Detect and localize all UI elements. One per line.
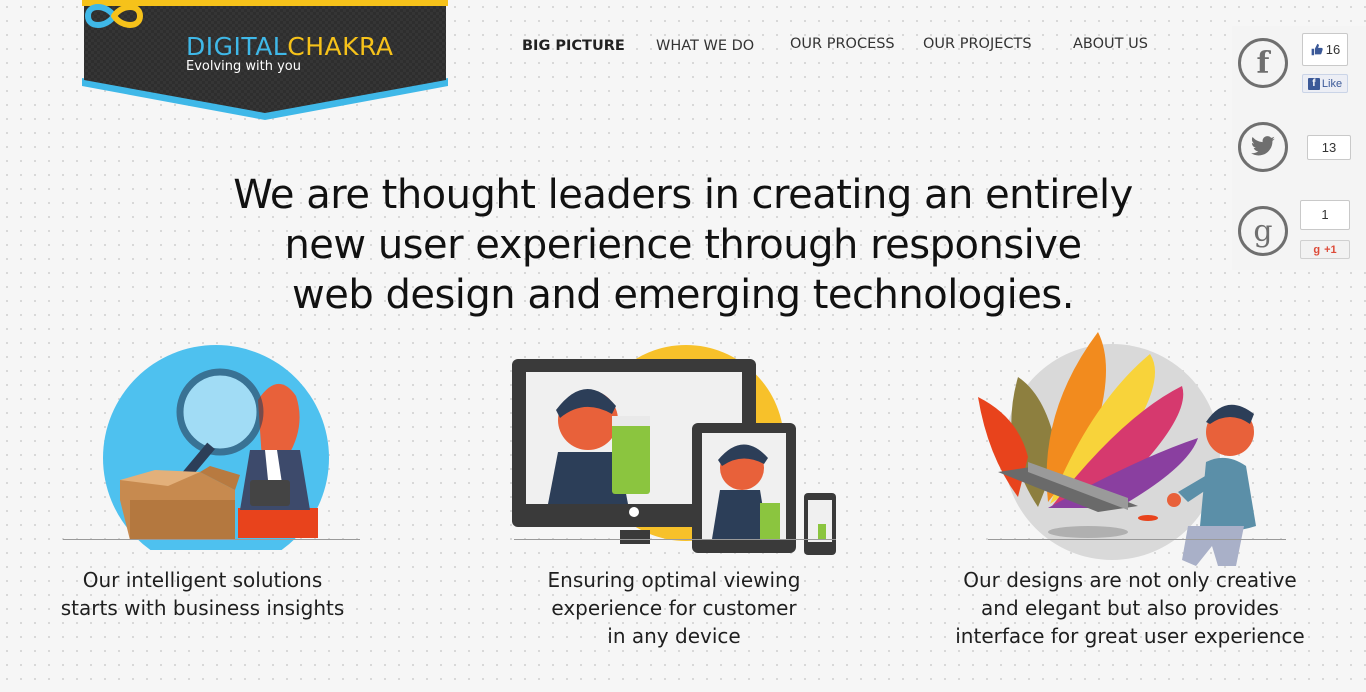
twitter-bird-glyph xyxy=(1251,136,1275,156)
feature-2-line-2: experience for customer xyxy=(551,596,797,620)
google-small-icon: g xyxy=(1313,243,1321,256)
feature-3-line-2: and elegant but also provides xyxy=(981,596,1279,620)
feature-divider-1 xyxy=(63,539,360,540)
thumbs-up-icon xyxy=(1311,43,1323,56)
facebook-like-button[interactable]: f Like xyxy=(1302,74,1348,93)
multi-device-illustration xyxy=(512,345,836,555)
feature-caption-3: Our designs are not only creative and el… xyxy=(955,566,1305,650)
logo-tagline: Evolving with you xyxy=(186,59,302,74)
google-count: 1 xyxy=(1300,200,1350,230)
google-plus-label: +1 xyxy=(1324,243,1337,256)
headline-line-2: new user experience through responsive xyxy=(284,222,1082,268)
facebook-like-label: Like xyxy=(1321,77,1343,90)
facebook-small-icon: f xyxy=(1307,77,1320,90)
nav-item-our-process[interactable]: OUR PROCESS xyxy=(790,36,895,52)
facebook-count: 16 xyxy=(1325,42,1341,57)
logo-wordmark: DIGITALCHAKRA xyxy=(186,32,393,61)
feature-1-line-2: starts with business insights xyxy=(60,596,345,620)
feature-divider-3 xyxy=(988,539,1286,540)
logo-name-part1: DIGITAL xyxy=(186,32,288,61)
google-icon[interactable]: g xyxy=(1238,206,1288,256)
feature-divider-2 xyxy=(514,539,836,540)
google-plus-one-button[interactable]: g +1 xyxy=(1300,240,1350,259)
hero-headline: We are thought leaders in creating an en… xyxy=(200,170,1166,320)
feature-caption-1: Our intelligent solutions starts with bu… xyxy=(40,566,365,622)
feature-2-line-1: Ensuring optimal viewing xyxy=(547,568,801,592)
twitter-count: 13 xyxy=(1307,135,1351,160)
nav-item-big-picture[interactable]: BIG PICTURE xyxy=(522,38,625,54)
twitter-icon[interactable] xyxy=(1238,122,1288,172)
facebook-icon[interactable]: f xyxy=(1238,38,1288,88)
headline-line-1: We are thought leaders in creating an en… xyxy=(233,172,1133,218)
facebook-count-box: 16 xyxy=(1302,33,1348,66)
feature-1-line-1: Our intelligent solutions xyxy=(82,568,323,592)
logo-name-part2: CHAKRA xyxy=(287,32,394,61)
logo-banner[interactable]: DIGITALCHAKRA Evolving with you xyxy=(82,0,448,120)
feature-3-line-3: interface for great user experience xyxy=(955,624,1305,648)
headline-line-3: web design and emerging technologies. xyxy=(292,272,1074,318)
logo-infinity-icon xyxy=(84,4,144,28)
nav-item-about-us[interactable]: ABOUT US xyxy=(1073,36,1148,52)
business-insights-illustration xyxy=(103,345,329,550)
creative-design-illustration xyxy=(978,332,1256,566)
nav-item-our-projects[interactable]: OUR PROJECTS xyxy=(923,36,1032,52)
feature-2-line-3: in any device xyxy=(607,624,741,648)
nav-item-what-we-do[interactable]: WHAT WE DO xyxy=(656,38,754,54)
feature-3-line-1: Our designs are not only creative xyxy=(963,568,1297,592)
feature-caption-2: Ensuring optimal viewing experience for … xyxy=(512,566,836,650)
